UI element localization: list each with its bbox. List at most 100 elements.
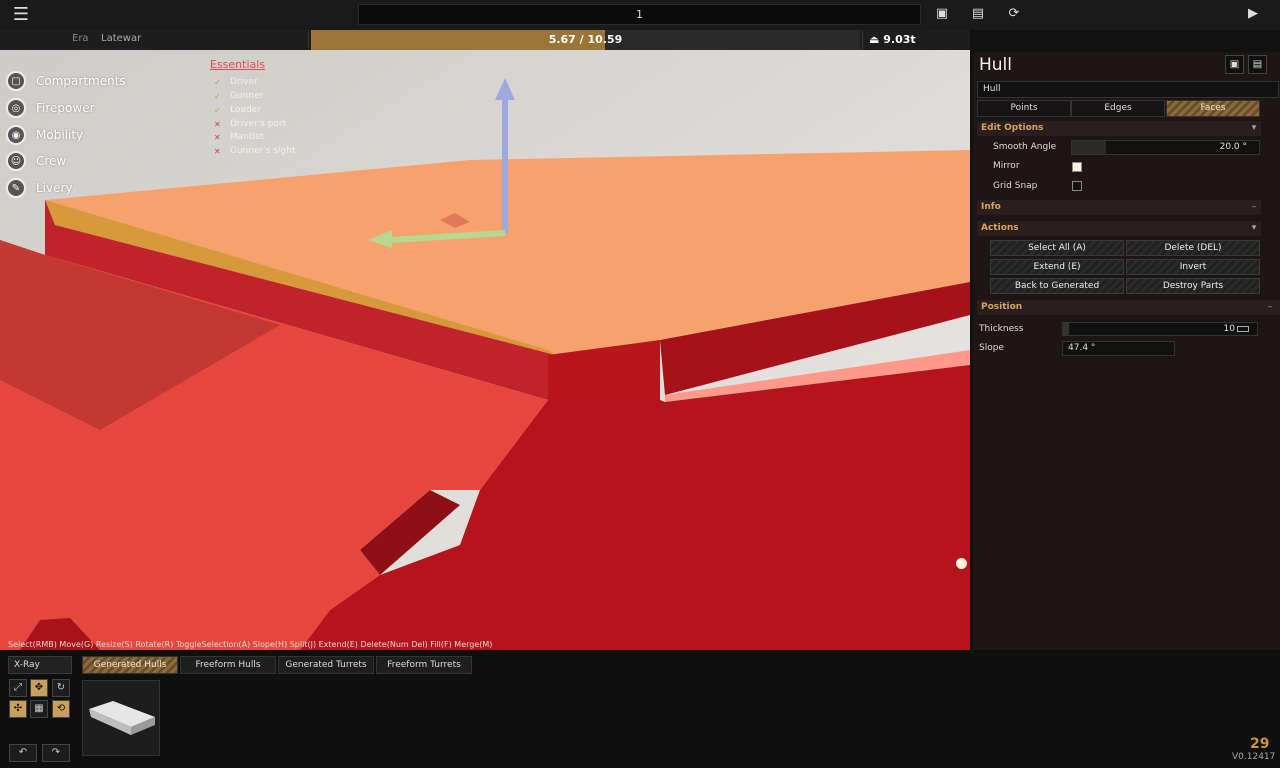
chevron-down-icon[interactable]: ▾: [1248, 221, 1260, 236]
nav-crew[interactable]: ☺ Crew: [6, 150, 66, 172]
nav-firepower[interactable]: ◎ Firepower: [6, 97, 95, 119]
3d-viewport[interactable]: [0, 50, 970, 650]
smooth-angle-slider[interactable]: 20.0 °: [1071, 140, 1260, 155]
gun-icon: ◎: [6, 98, 26, 118]
essential-label: Gunner: [230, 91, 264, 101]
section-actions[interactable]: Actions: [977, 221, 1261, 236]
tab-generated-turrets[interactable]: Generated Turrets: [278, 656, 374, 674]
mirror-label: Mirror: [993, 161, 1020, 171]
hull-render: [0, 50, 970, 650]
essentials-title[interactable]: Essentials: [210, 58, 265, 71]
destroy-parts-button[interactable]: Destroy Parts: [1126, 278, 1260, 294]
save-icon[interactable]: ▣: [934, 6, 950, 22]
essential-label: Mantlet: [230, 132, 265, 142]
weight-text: 5.67 / 10.59: [548, 33, 623, 46]
xray-toggle[interactable]: X-Ray: [8, 656, 72, 674]
tab-edges[interactable]: Edges: [1071, 100, 1165, 117]
nav-label: Livery: [36, 181, 73, 195]
thickness-value: 10: [1223, 324, 1235, 334]
rotate-tool-icon[interactable]: ↻: [52, 679, 70, 697]
panel-load-icon[interactable]: ▤: [1248, 55, 1267, 74]
essential-item: ✓ Driver: [214, 77, 258, 87]
hull-thumbnail[interactable]: [82, 680, 160, 756]
mirror-checkbox[interactable]: [1072, 162, 1082, 172]
panel-title: Hull: [979, 55, 1013, 75]
tab-freeform-hulls[interactable]: Freeform Hulls: [180, 656, 276, 674]
tab-points[interactable]: Points: [977, 100, 1071, 117]
thickness-slider[interactable]: 10: [1062, 322, 1258, 336]
redo-icon[interactable]: ↷: [42, 744, 70, 762]
load-icon[interactable]: ▤: [970, 6, 986, 22]
move-tool-icon[interactable]: ✥: [30, 679, 48, 697]
frame-tool-icon[interactable]: ▦: [30, 700, 48, 718]
essential-item: ✓ Loader: [214, 105, 261, 115]
transform-tool-icon[interactable]: ✣: [9, 700, 27, 718]
tonnage-value: 9.03t: [883, 33, 916, 46]
weight-icon: ⏏: [869, 33, 880, 46]
panel-save-icon[interactable]: ▣: [1225, 55, 1244, 74]
nav-mobility[interactable]: ◉ Mobility: [6, 124, 83, 146]
essential-label: Gunner's sight: [230, 146, 296, 156]
fps-counter: 29: [1250, 736, 1270, 752]
essential-item: ✕ Mantlet: [214, 132, 264, 142]
era-value[interactable]: Latewar: [101, 33, 141, 44]
cycle-tool-icon[interactable]: ⟲: [52, 700, 70, 718]
section-info[interactable]: Info: [977, 200, 1261, 215]
compartment-icon: ▢: [6, 71, 26, 91]
delete-button[interactable]: Delete (DEL): [1126, 240, 1260, 256]
slider-fill: [1072, 141, 1106, 154]
check-icon: ✓: [214, 91, 221, 101]
resize-tool-icon[interactable]: ⤢: [9, 679, 27, 697]
grid-snap-checkbox[interactable]: [1072, 181, 1082, 191]
slider-fill: [1063, 323, 1069, 335]
tab-faces[interactable]: Faces: [1166, 100, 1260, 117]
nav-compartments[interactable]: ▢ Compartments: [6, 70, 126, 92]
chevron-down-icon[interactable]: ▾: [1248, 121, 1260, 136]
essential-label: Driver: [230, 77, 258, 87]
tab-freeform-turrets[interactable]: Freeform Turrets: [376, 656, 472, 674]
cross-icon: ✕: [214, 119, 221, 129]
shortcut-hints: Select(RMB) Move(G) Resize(S) Rotate(R) …: [8, 640, 493, 649]
version-label: V0.12417: [1232, 752, 1276, 762]
crew-icon: ☺: [6, 151, 26, 171]
thickness-label: Thickness: [979, 324, 1024, 334]
nav-label: Compartments: [36, 74, 126, 88]
check-icon: ✓: [214, 77, 221, 87]
unit-icon: [1237, 326, 1249, 332]
brush-icon: ✎: [6, 178, 26, 198]
refresh-icon[interactable]: ⟳: [1006, 6, 1022, 22]
nav-livery[interactable]: ✎ Livery: [6, 177, 73, 199]
smooth-angle-value: 20.0 °: [1219, 142, 1247, 152]
essential-item: ✕ Gunner's sight: [214, 146, 295, 156]
extend-button[interactable]: Extend (E): [990, 259, 1124, 275]
nav-label: Crew: [36, 154, 67, 168]
tab-generated-hulls[interactable]: Generated Hulls: [82, 656, 178, 674]
section-position[interactable]: Position: [977, 300, 1280, 315]
wheel-icon: ◉: [6, 125, 26, 145]
slope-input[interactable]: 47.4 °: [1062, 341, 1175, 356]
hull-thumbnail-icon: [89, 701, 155, 735]
cursor-marker: [956, 558, 967, 569]
collapse-icon[interactable]: –: [1248, 200, 1260, 215]
collapse-icon[interactable]: –: [1264, 300, 1276, 315]
essential-label: Loader: [230, 105, 261, 115]
smooth-angle-label: Smooth Angle: [993, 142, 1057, 152]
essential-label: Driver's port: [230, 119, 287, 129]
era-label: Era: [72, 33, 89, 44]
slope-label: Slope: [979, 343, 1004, 353]
select-all-button[interactable]: Select All (A): [990, 240, 1124, 256]
hull-name-input[interactable]: Hull: [977, 81, 1279, 98]
section-edit-options[interactable]: Edit Options: [977, 121, 1261, 136]
cross-icon: ✕: [214, 132, 221, 142]
era-selector[interactable]: [0, 30, 309, 50]
nav-label: Firepower: [36, 101, 95, 115]
menu-icon[interactable]: ☰: [10, 5, 32, 25]
design-title-field[interactable]: 1: [358, 4, 921, 25]
essential-item: ✓ Gunner: [214, 91, 263, 101]
check-icon: ✓: [214, 105, 221, 115]
undo-icon[interactable]: ↶: [9, 744, 37, 762]
back-to-generated-button[interactable]: Back to Generated: [990, 278, 1124, 294]
play-icon[interactable]: ▶: [1245, 6, 1261, 22]
invert-button[interactable]: Invert: [1126, 259, 1260, 275]
nav-label: Mobility: [36, 128, 84, 142]
